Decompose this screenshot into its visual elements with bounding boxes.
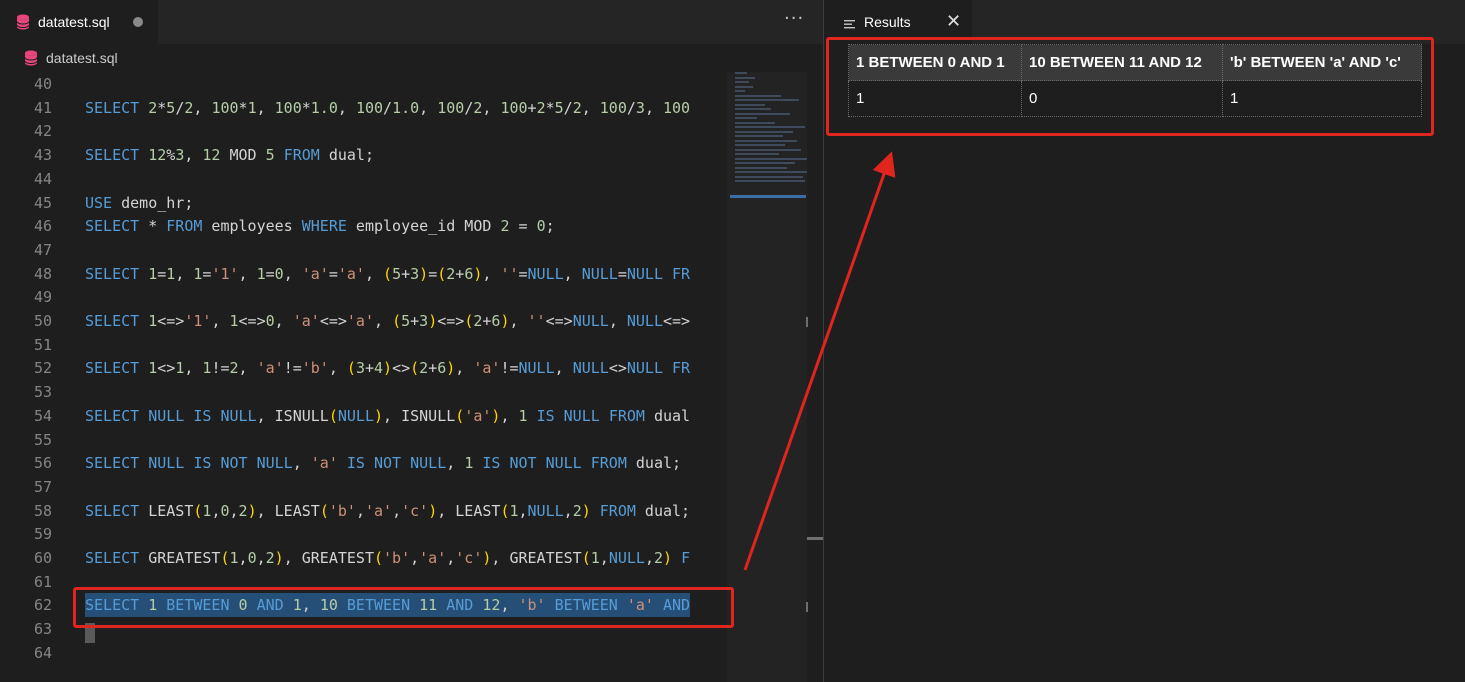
annotation-arrow bbox=[743, 151, 896, 571]
